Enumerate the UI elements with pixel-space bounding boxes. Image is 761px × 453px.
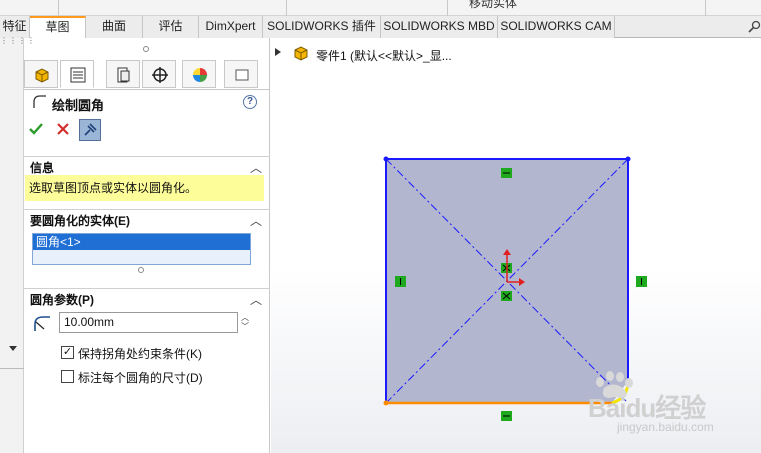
dimension-each-label: 标注每个圆角的尺寸(D): [78, 371, 203, 385]
toolbar-separator: [58, 0, 59, 16]
manager-icon-tabs: [24, 58, 270, 90]
spin-up-icon[interactable]: ︿: [241, 313, 251, 322]
collapse-chevron-icon[interactable]: ︿: [250, 159, 262, 176]
tab-dimxpert[interactable]: DimXpert: [199, 16, 263, 38]
command-manager-tabs: 特征 草图 曲面 评估 DimXpert SOLIDWORKS 插件 SOLID…: [0, 16, 761, 39]
page-title: 绘制圆角: [52, 98, 105, 113]
splitter-handle[interactable]: [143, 46, 149, 52]
appearance-pie-icon: [193, 68, 207, 82]
collapsed-side-strip: ⋮⋮⋮⋮: [0, 37, 35, 453]
tab-evaluate[interactable]: 评估: [143, 16, 199, 38]
radius-spinner[interactable]: ︿ ﹀: [241, 313, 251, 333]
info-section-title: 信息: [30, 161, 55, 175]
params-section-title: 圆角参数(P): [30, 293, 94, 307]
toolbar-separator: [447, 0, 448, 16]
tab-configuration-manager[interactable]: [106, 60, 140, 88]
toolbar-separator: [705, 0, 706, 16]
grip-dots[interactable]: ⋮⋮⋮⋮: [0, 37, 35, 46]
horizontal-relation-icon[interactable]: [501, 168, 512, 178]
more-tabs-icon: [235, 69, 249, 81]
fillet-radius-icon: [34, 316, 50, 331]
info-section-header[interactable]: 信息 ︿: [24, 156, 270, 176]
tab-more[interactable]: [224, 60, 258, 88]
tab-dimxpert-manager[interactable]: [142, 60, 176, 88]
divider: [0, 368, 24, 369]
help-button[interactable]: ?: [243, 95, 257, 109]
ok-button[interactable]: [28, 121, 44, 137]
entities-listbox[interactable]: 圆角<1>: [32, 233, 251, 265]
vertical-relation-icon[interactable]: [636, 276, 647, 287]
keep-constraints-label: 保持拐角处约束条件(K): [78, 347, 202, 361]
tab-surfaces[interactable]: 曲面: [86, 16, 143, 38]
collapse-chevron-icon[interactable]: ︿: [250, 212, 262, 229]
part-icon: [35, 68, 49, 83]
pin-button[interactable]: [79, 119, 101, 141]
tab-solidworks-cam[interactable]: SOLIDWORKS CAM: [498, 16, 615, 38]
tab-features[interactable]: 特征: [0, 16, 30, 38]
radius-input[interactable]: 10.00mm: [59, 312, 238, 333]
entities-section-title: 要圆角化的实体(E): [30, 214, 130, 228]
watermark-url: jingyan.baidu.com: [617, 420, 714, 434]
spin-down-icon[interactable]: ﹀: [241, 322, 251, 331]
midpoint-relation-icon[interactable]: [501, 291, 512, 301]
params-section-header[interactable]: 圆角参数(P) ︿: [24, 288, 270, 308]
collapse-chevron-icon[interactable]: ︿: [250, 291, 262, 308]
tab-solidworks-addins[interactable]: SOLIDWORKS 插件: [263, 16, 381, 38]
list-resize-handle[interactable]: [138, 267, 144, 273]
sketch-fillet-icon: [33, 95, 46, 108]
sketch-point[interactable]: [383, 156, 389, 162]
keep-constraints-checkbox[interactable]: ✓: [61, 346, 74, 359]
vertical-relation-icon[interactable]: [395, 276, 406, 287]
configuration-icon: [117, 67, 130, 83]
sketch-point[interactable]: [383, 400, 389, 406]
tab-solidworks-mbd[interactable]: SOLIDWORKS MBD: [381, 16, 498, 38]
info-message: 选取草图顶点或实体以圆角化。: [25, 175, 264, 201]
crosshair-icon: [152, 67, 168, 83]
dimension-each-checkbox[interactable]: [61, 370, 74, 383]
tab-feature-manager[interactable]: [24, 60, 58, 88]
move-body-button[interactable]: 移动实体: [469, 0, 517, 11]
tab-display-manager[interactable]: [182, 60, 216, 88]
horizontal-relation-icon[interactable]: [501, 411, 512, 421]
command-toolbar: 移动实体: [0, 0, 761, 16]
cancel-button[interactable]: [56, 122, 70, 136]
entities-section-header[interactable]: 要圆角化的实体(E) ︿: [24, 209, 270, 229]
list-item[interactable]: 圆角<1>: [33, 234, 250, 250]
tab-sketch[interactable]: 草图: [30, 16, 86, 39]
toolbar-separator: [286, 0, 287, 16]
tab-property-manager[interactable]: [60, 60, 94, 88]
property-list-icon: [70, 67, 86, 83]
chevron-down-icon[interactable]: [9, 346, 17, 352]
sketch-point[interactable]: [625, 156, 631, 162]
search-icon[interactable]: [748, 20, 761, 34]
